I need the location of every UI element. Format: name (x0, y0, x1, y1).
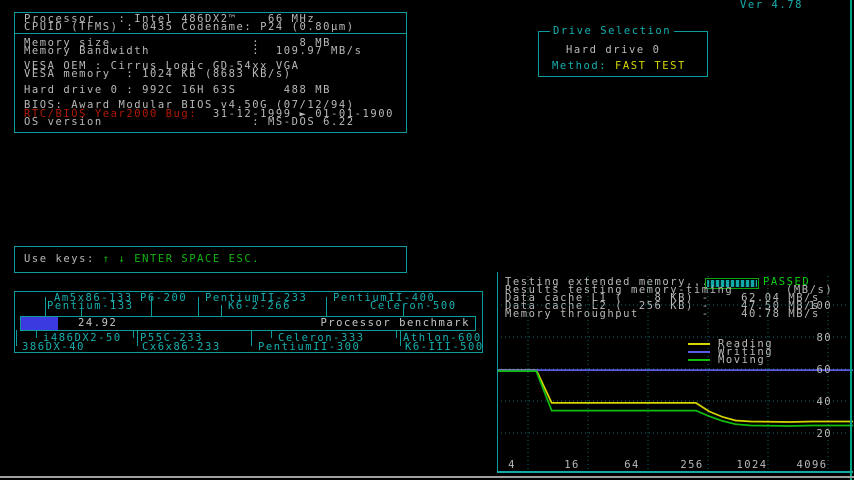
svg-text:20: 20 (817, 428, 832, 440)
chart-bottom-border (497, 471, 853, 473)
keys-hint-keys: ↑ ↓ ENTER SPACE ESC. (103, 253, 260, 265)
screen-right-edge-line (850, 0, 852, 480)
screen-bottom-edge-line (0, 476, 854, 478)
connector-line (326, 297, 327, 317)
svg-text:1024: 1024 (737, 459, 768, 471)
cpu-ref-label: 386DX-40 (22, 343, 85, 352)
cpu-ref-label: K6-III-500 (405, 343, 484, 352)
cpu-ref-label: Celeron-500 (370, 302, 457, 311)
connector-line (137, 330, 138, 346)
svg-text:100: 100 (809, 300, 832, 312)
drive-method-line[interactable]: Method: FAST TEST (552, 62, 686, 71)
svg-text:60: 60 (817, 364, 832, 376)
svg-text:4096: 4096 (797, 459, 828, 471)
benchmark-title: Processor benchmark (320, 319, 470, 328)
memory-bandwidth-line: Memory Bandwidth : 109.97 MB/s (24, 47, 362, 56)
cpu-ref-label: P6-200 (140, 294, 187, 303)
system-info-divider (14, 33, 406, 34)
drive-method-label: Method: (552, 60, 615, 72)
os-version-line: OS version : MS-DOS 6.22 (24, 118, 355, 127)
connector-line (251, 330, 252, 346)
svg-text:256: 256 (680, 459, 703, 471)
benchmark-bar-fill (21, 317, 58, 330)
speedsys-screen: Ver 4.78 Processor : Intel 486DX2™ 66 MH… (0, 0, 854, 480)
keys-hint-line: Use keys: ↑ ↓ ENTER SPACE ESC. (24, 255, 260, 264)
vesa-memory-line: VESA memory : 1024 KB (8683 KB/s) (24, 70, 292, 79)
connector-line (151, 297, 152, 317)
cpuid-line: CPUID (TFMS) : 0435 Codename: P24 (0.80µ… (24, 23, 355, 32)
svg-text:4: 4 (508, 459, 516, 471)
cpu-ref-label: PentiumII-300 (258, 343, 360, 352)
version-label: Ver 4.78 (740, 1, 803, 10)
svg-text:64: 64 (624, 459, 639, 471)
memory-timing-chart: 20 40 60 80 100 4 16 64 256 1024 4096 (497, 272, 853, 472)
benchmark-bar: 24.92 Processor benchmark (20, 316, 476, 331)
moving-line-swatch (688, 359, 710, 361)
chart-left-border (497, 272, 498, 472)
svg-text:80: 80 (817, 332, 832, 344)
cpu-ref-label: Pentium-133 (47, 302, 134, 311)
drive-method-value[interactable]: FAST TEST (615, 60, 686, 72)
svg-text:16: 16 (564, 459, 579, 471)
keys-hint-prefix: Use keys: (24, 253, 103, 265)
benchmark-score: 24.92 (78, 319, 117, 328)
writing-line-swatch (688, 351, 710, 353)
connector-line (36, 330, 37, 338)
cpu-ref-label: K6-2-266 (228, 302, 291, 311)
connector-line (133, 330, 134, 338)
svg-text:40: 40 (817, 396, 832, 408)
cpu-ref-label: Cx6x86-233 (142, 343, 221, 352)
hard-drive-line: Hard drive 0 : 992C 16H 63S 488 MB (24, 86, 331, 95)
connector-line (198, 297, 199, 317)
drive-selection-title: Drive Selection (550, 27, 674, 36)
reading-line-swatch (688, 343, 710, 345)
legend-label-moving: Moving (718, 356, 765, 365)
connector-line (271, 330, 272, 338)
connector-line (16, 330, 17, 346)
connector-line (400, 330, 401, 346)
connector-line (396, 330, 397, 338)
drive-menu-item[interactable]: Hard drive 0 (566, 46, 660, 55)
connector-line (45, 297, 46, 317)
